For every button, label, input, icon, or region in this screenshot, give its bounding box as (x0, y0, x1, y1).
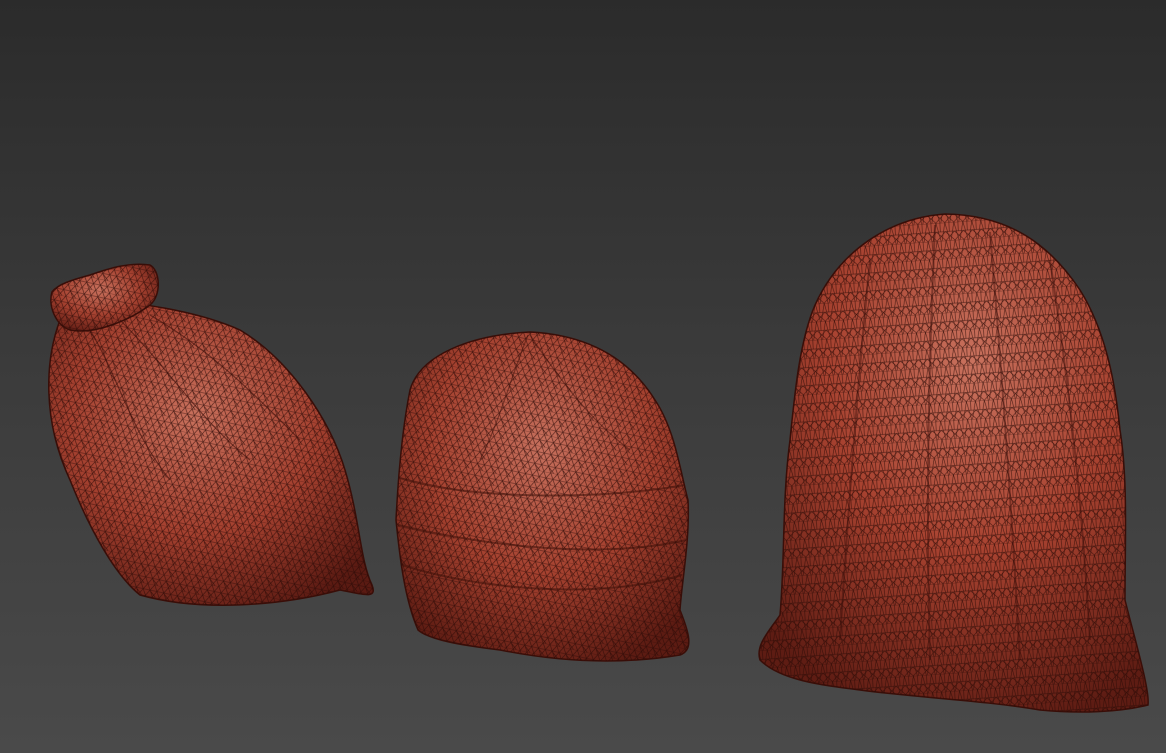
bag-middle[interactable] (395, 331, 690, 662)
bag-right[interactable] (758, 213, 1149, 713)
scene-canvas (48, 213, 1149, 713)
3d-viewport[interactable] (0, 0, 1166, 753)
bag-left[interactable] (48, 263, 374, 606)
